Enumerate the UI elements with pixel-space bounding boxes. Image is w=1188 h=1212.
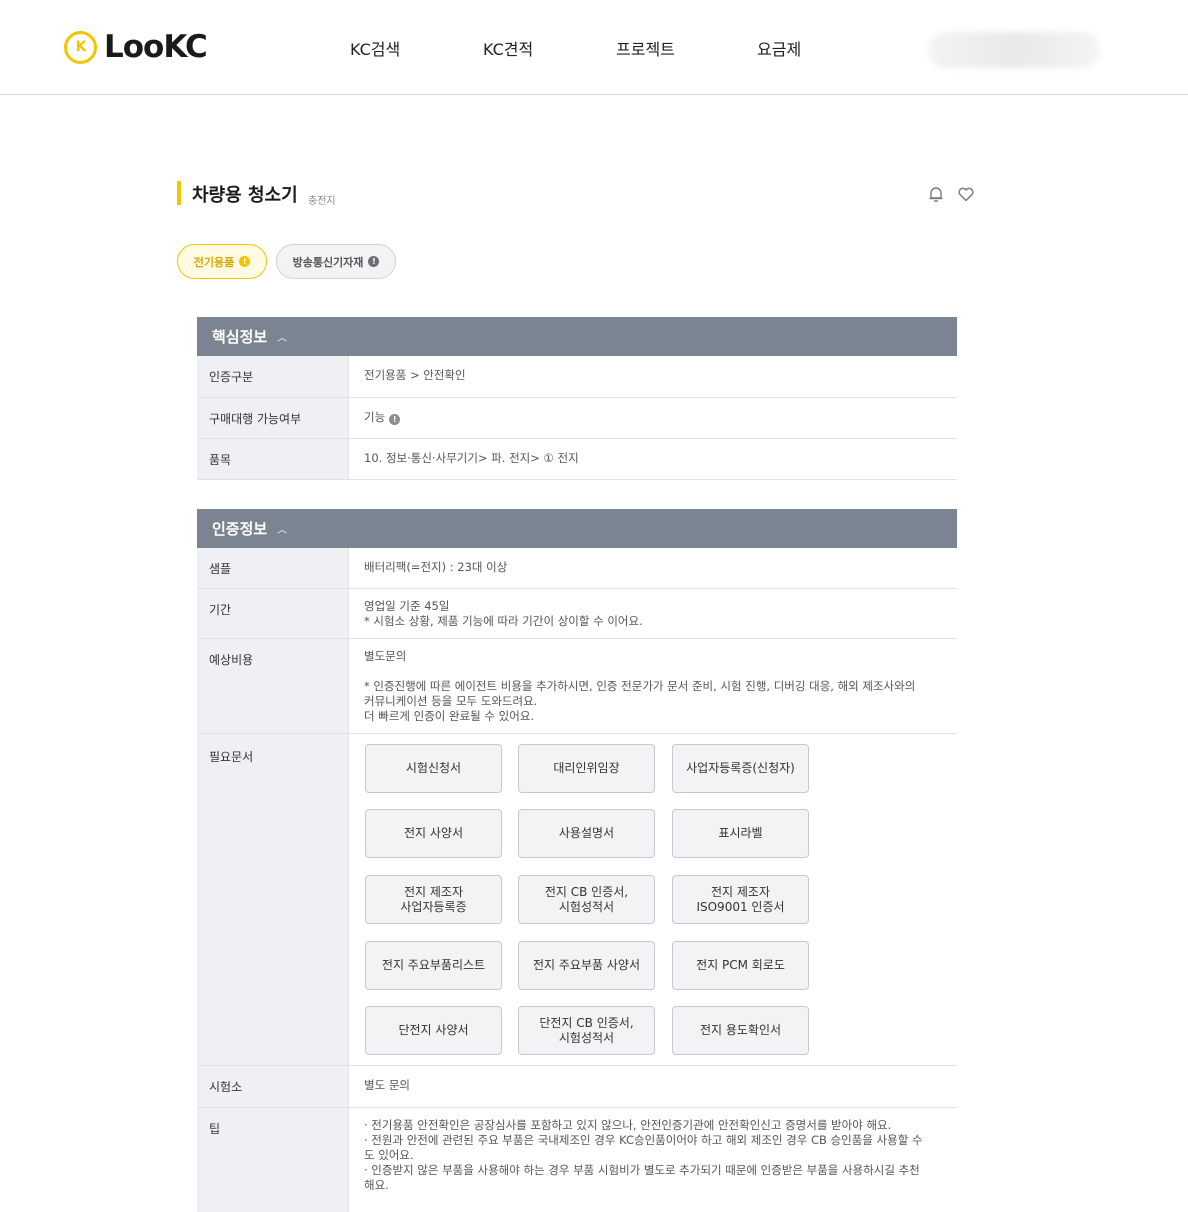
doc-button[interactable]: 전지 제조자 ISO9001 인증서 (672, 875, 809, 924)
doc-button[interactable]: 사용설명서 (518, 809, 655, 858)
tip-line: · 전원과 안전에 관련된 주요 부품은 국내제조인 경우 KC승인품이어야 하… (364, 1133, 923, 1147)
doc-button[interactable]: 전지 용도확인서 (672, 1006, 809, 1055)
info-icon[interactable]: ! (389, 414, 401, 425)
info-icon[interactable]: ! (368, 256, 380, 267)
nav-item-pricing[interactable]: 요금제 (757, 36, 801, 60)
table-row: 팁 · 전기용품 안전확인은 공장심사를 포함하고 있지 않으나, 안전인증기관… (197, 1108, 957, 1212)
chip-label: 방송통신기자재 (292, 255, 364, 269)
doc-button[interactable]: 대리인위임장 (518, 744, 655, 793)
row-value: · 전기용품 안전확인은 공장심사를 포함하고 있지 않으나, 안전인증기관에 … (349, 1108, 957, 1212)
row-label: 기간 (197, 589, 349, 638)
doc-button[interactable]: 전지 사양서 (365, 809, 502, 858)
cost-note: * 인증진행에 따른 에이전트 비용을 추가하시면, 인증 전문가가 문서 준비… (364, 679, 916, 693)
tip-line: · 전기용품 안전확인은 공장심사를 포함하고 있지 않으나, 안전인증기관에 … (364, 1118, 892, 1132)
table-row: 예상비용 별도문의 * 인증진행에 따른 에이전트 비용을 추가하시면, 인증 … (197, 639, 957, 734)
section-title: 인증정보 (212, 520, 268, 538)
doc-button[interactable]: 표시라벨 (672, 809, 809, 858)
chip-broadcast[interactable]: 방송통신기자재 ! (276, 244, 396, 279)
doc-button[interactable]: 단전지 CB 인증서, 시험성적서 (518, 1006, 655, 1055)
section-cert-header[interactable]: 인증정보 ︿ (197, 509, 957, 548)
nav-item-kc-search[interactable]: KC검색 (350, 36, 400, 60)
cost-main: 별도문의 (364, 649, 407, 663)
bell-icon[interactable] (927, 185, 945, 203)
row-value: 영업일 기준 45일 * 시험소 상황, 제품 기능에 따라 기간이 상이할 수… (349, 589, 957, 638)
table-row: 인증구분 전기용품 > 안전확인 (197, 356, 957, 398)
row-value: 별도 문의 (364, 1078, 410, 1092)
doc-button[interactable]: 전지 주요부품리스트 (365, 941, 502, 990)
period-note: * 시험소 상황, 제품 기능에 따라 기간이 상이할 수 이어요. (364, 614, 643, 628)
row-label: 예상비용 (197, 639, 349, 733)
top-header: K LooKC KC검색 KC견적 프로젝트 요금제 (0, 0, 1188, 95)
row-label: 인증구분 (197, 356, 349, 397)
table-row: 시험소 별도 문의 (197, 1066, 957, 1108)
cost-note: 더 빠르게 인증이 완료될 수 있어요. (364, 709, 535, 723)
section-core-header[interactable]: 핵심정보 ︿ (197, 317, 957, 356)
required-docs-grid: 시험신청서 대리인위임장 사업자등록증(신청자) 전지 사양서 사용설명서 표시… (365, 744, 825, 1060)
period-main: 영업일 기준 45일 (364, 599, 450, 613)
row-label: 필요문서 (197, 734, 349, 1065)
doc-button[interactable]: 전지 제조자 사업자등록증 (365, 875, 502, 924)
doc-button[interactable]: 단전지 사양서 (365, 1006, 502, 1055)
doc-button[interactable]: 시험신청서 (365, 744, 502, 793)
logo-text: LooKC (104, 29, 208, 65)
chip-label: 전기용품 (193, 255, 235, 269)
nav-item-kc-estimate[interactable]: KC견적 (483, 36, 533, 60)
nav-item-project[interactable]: 프로젝트 (616, 36, 675, 60)
row-value: 별도문의 * 인증진행에 따른 에이전트 비용을 추가하시면, 인증 전문가가 … (349, 639, 957, 733)
row-value: 10. 정보·통신·사무기기> 파. 전지> ① 전지 (364, 451, 579, 465)
tip-line: · 인증받지 않은 부품을 사용해야 하는 경우 부품 시험비가 별도로 추가되… (364, 1163, 920, 1177)
row-value: 기능! (349, 398, 957, 438)
row-value: 배터리팩(=전지) : 23대 이상 (364, 560, 508, 574)
table-row: 기간 영업일 기준 45일 * 시험소 상황, 제품 기능에 따라 기간이 상이… (197, 589, 957, 639)
doc-button[interactable]: 전지 주요부품 사양서 (518, 941, 655, 990)
chip-electrical[interactable]: 전기용품 ! (177, 244, 267, 279)
doc-button[interactable]: 사업자등록증(신청자) (672, 744, 809, 793)
heart-icon[interactable] (957, 185, 975, 203)
user-menu-blurred[interactable] (928, 32, 1100, 68)
table-row: 구매대행 가능여부 기능! (197, 398, 957, 439)
logo-mark-icon: K (64, 30, 97, 64)
page-title: 차량용 청소기 (192, 185, 298, 206)
chevron-up-icon[interactable]: ︿ (277, 521, 287, 536)
tip-line: 해요. (364, 1178, 389, 1192)
doc-button[interactable]: 전지 CB 인증서, 시험성적서 (518, 875, 655, 924)
row-value: 전기용품 > 안전확인 (364, 368, 466, 382)
table-row: 샘플 배터리팩(=전지) : 23대 이상 (197, 548, 957, 589)
page-subtitle: 충전지 (308, 196, 336, 207)
row-label: 시험소 (197, 1066, 349, 1107)
row-value-text: 기능 (364, 410, 386, 424)
table-row: 품목 10. 정보·통신·사무기기> 파. 전지> ① 전지 (197, 439, 957, 480)
cost-note: 커뮤니케이션 등을 모두 도와드려요. (364, 694, 538, 708)
doc-button[interactable]: 전지 PCM 회로도 (672, 941, 809, 990)
title-accent-bar (177, 181, 181, 205)
row-label: 구매대행 가능여부 (197, 398, 349, 438)
tip-line: 도 있어요. (364, 1148, 414, 1162)
section-title: 핵심정보 (212, 328, 268, 346)
row-label: 품목 (197, 439, 349, 479)
info-icon[interactable]: ! (239, 256, 251, 267)
logo[interactable]: K LooKC (64, 29, 208, 65)
row-label: 팁 (197, 1108, 349, 1212)
row-label: 샘플 (197, 548, 349, 588)
chevron-up-icon[interactable]: ︿ (277, 329, 287, 344)
